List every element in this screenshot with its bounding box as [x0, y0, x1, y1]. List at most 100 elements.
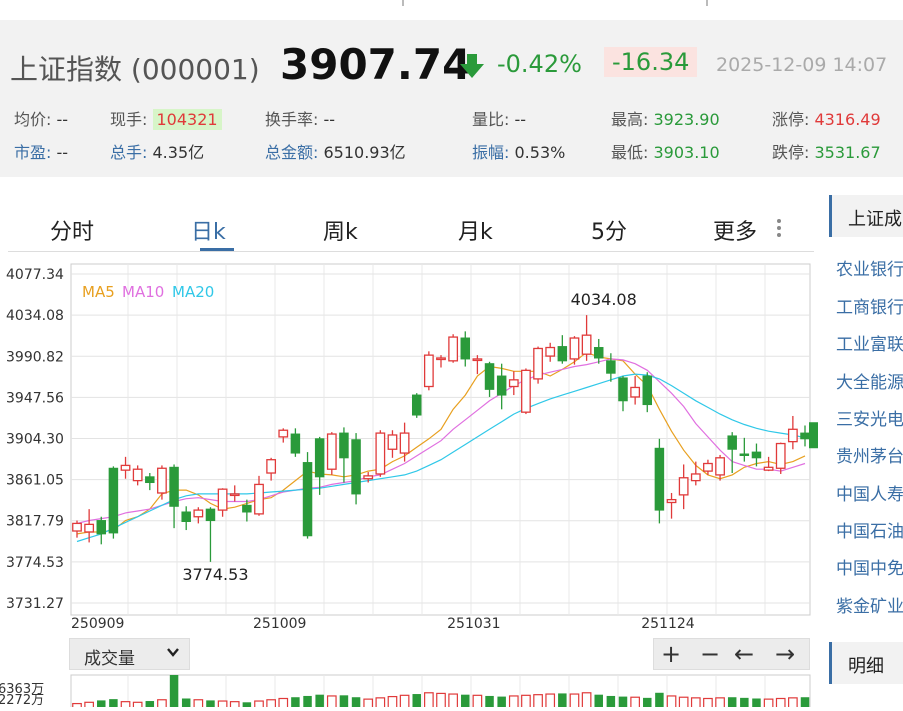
candle-body [521, 369, 531, 413]
volume-bar [303, 695, 312, 711]
volume-bar [643, 697, 652, 711]
candle-body [678, 477, 689, 496]
stock-link[interactable]: 中国中免 [836, 554, 903, 579]
x-tick-label: 251031 [447, 616, 500, 632]
volume-bar [752, 698, 761, 711]
panel-header: 上证成 [829, 195, 903, 237]
candle-body [472, 358, 483, 362]
candle-body [363, 475, 374, 480]
volume-bar [412, 694, 421, 711]
tab-weekly[interactable]: 周k [323, 214, 358, 246]
current-price: 3907.74 [280, 40, 472, 89]
active-tab-underline [200, 248, 234, 251]
stat-avg: 均价: -- [14, 110, 69, 129]
candle-body [606, 360, 616, 374]
stock-link[interactable]: 贵州茅台 [836, 442, 903, 467]
candle-body [387, 434, 398, 450]
candle-body [715, 457, 725, 476]
y-tick-label: 3947.56 [6, 390, 64, 406]
current-price-marker [809, 422, 818, 449]
candle-body [96, 520, 107, 535]
candle-body [229, 493, 240, 497]
volume-bar [606, 695, 616, 711]
stock-link[interactable]: 大全能源 [836, 368, 903, 393]
candle-body [411, 394, 422, 416]
candle-body [727, 435, 737, 450]
candle-body [339, 432, 349, 459]
stock-link[interactable]: 农业银行 [836, 255, 903, 280]
legend-ma5: MA5 [82, 283, 115, 301]
candle-body [108, 467, 119, 534]
y-tick-label: 3861.05 [6, 473, 64, 489]
pan-right-button[interactable]: → [775, 640, 795, 668]
y-tick-label: 3817.79 [6, 514, 64, 530]
stat-pe: 市盈: -- [14, 143, 69, 162]
top-strip [0, 0, 903, 8]
volume-bar [399, 694, 410, 711]
volume-bar [242, 702, 252, 711]
stock-link[interactable]: 中国人寿 [836, 480, 903, 505]
volume-bar [387, 695, 398, 711]
volume-dropdown[interactable]: 成交量 [69, 638, 190, 670]
index-name: 上证指数 (000001) [10, 53, 260, 86]
candle-body [508, 379, 519, 388]
volume-bar [363, 698, 374, 711]
stock-link[interactable]: 中国石油 [836, 517, 903, 542]
candle-body [290, 433, 301, 454]
arrow-down-icon [458, 52, 486, 84]
volume-bar [461, 694, 470, 711]
zoom-in-button[interactable]: + [661, 640, 681, 668]
volume-bar [181, 698, 191, 711]
candle-body [751, 451, 762, 459]
pan-left-button[interactable]: ← [734, 640, 754, 668]
candle-body [169, 466, 179, 507]
legend-ma10: MA10 [122, 283, 164, 301]
candle-body [460, 337, 471, 360]
stat-turnover: 换手率: -- [265, 110, 336, 129]
volume-bar [291, 697, 300, 711]
candle-body [557, 346, 568, 362]
candle-body [581, 334, 592, 355]
volume-bar [472, 694, 483, 711]
stat-volume-ratio: 量比: -- [472, 110, 527, 129]
volume-bar [533, 694, 543, 711]
volume-bar [581, 692, 592, 711]
volume-bar [558, 693, 567, 711]
tab-daily[interactable]: 日k [191, 214, 226, 246]
stock-link[interactable]: 紫金矿业 [836, 592, 903, 617]
volume-bar [217, 700, 228, 711]
stock-link[interactable]: 三安光电 [836, 405, 903, 430]
stock-link[interactable]: 工业富联 [836, 330, 903, 355]
stat-total-hand: 总手: 4.35亿 [110, 143, 205, 162]
volume-bar [169, 675, 179, 711]
volume-bar [72, 702, 82, 711]
volume-bar [326, 695, 337, 711]
candle-body [763, 466, 774, 471]
candle-body [254, 483, 264, 515]
tab-monthly[interactable]: 月k [458, 214, 493, 246]
candle-body [800, 432, 810, 440]
volume-bar [521, 694, 531, 711]
volume-bar [678, 696, 689, 711]
volume-bar [109, 699, 118, 711]
zoom-out-button[interactable]: − [700, 640, 720, 668]
y-tick-label: 3731.27 [6, 596, 64, 612]
tab-5min[interactable]: 5分 [591, 214, 627, 246]
candle-body [545, 346, 556, 357]
volume-bar [763, 698, 774, 711]
volume-bar [132, 701, 143, 711]
volume-bar [545, 693, 556, 711]
stat-low: 最低: 3903.10 [611, 143, 720, 162]
constituents-panel: 上证成 农业银行 工商银行 工业富联 大全能源 三安光电 贵州茅台 中国人寿 中… [829, 195, 903, 707]
stat-limit-up: 涨停: 4316.49 [772, 110, 881, 129]
tab-intraday[interactable]: 分时 [50, 214, 94, 246]
candle-body [193, 509, 204, 518]
stock-link[interactable]: 工商银行 [836, 293, 903, 318]
candle-body [436, 357, 446, 361]
tab-more[interactable]: 更多 [713, 214, 757, 246]
detail-tab[interactable]: 明细 [829, 642, 903, 684]
candle-body [205, 508, 216, 522]
x-tick-label: 251009 [253, 616, 306, 632]
candle-body [690, 473, 701, 482]
volume-bar [594, 694, 603, 711]
